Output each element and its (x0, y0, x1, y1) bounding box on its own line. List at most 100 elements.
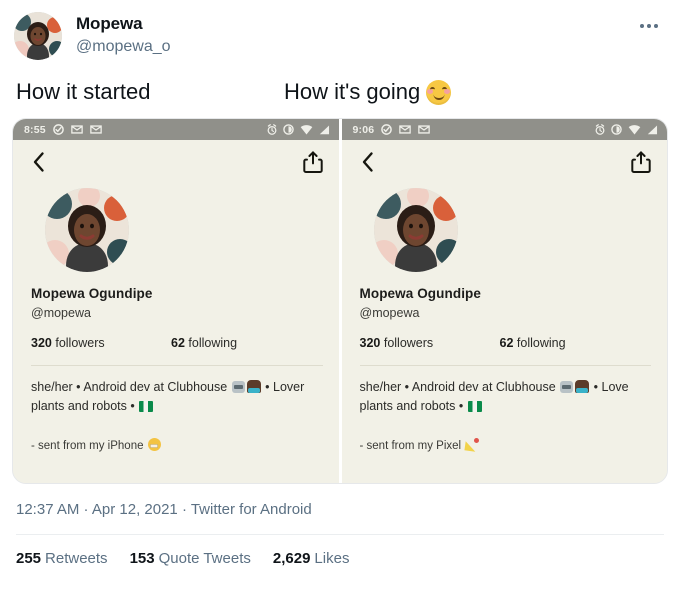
profile-signature: - sent from my iPhone (31, 438, 323, 452)
bio-line-2-group: plants and robots • (31, 397, 323, 416)
author-handle: @mopewa_o (76, 38, 171, 55)
dot (654, 24, 658, 28)
dot (640, 24, 644, 28)
woman-technologist-emoji-icon (575, 380, 590, 393)
profile-stats: 320 followers 62 following (360, 336, 652, 350)
likes-count: 2,629 (272, 550, 311, 567)
followers-stat[interactable]: 320 followers (31, 336, 171, 350)
profile-avatar[interactable] (373, 188, 458, 272)
profile-name: Mopewa Ogundipe (31, 286, 153, 301)
mail-icon (399, 125, 412, 134)
followers-stat[interactable]: 320 followers (360, 336, 500, 350)
mail-icon (71, 125, 83, 134)
retweets-label: Retweets (45, 550, 108, 567)
tweet-media[interactable]: 8:55 Mopewa Ogundipe @mopewa 320 followe… (12, 118, 668, 484)
retweets-stat[interactable]: 255 Retweets (16, 549, 108, 569)
profile-name: Mopewa Ogundipe (359, 286, 481, 301)
signal-icon (647, 125, 658, 134)
robot-emoji-icon (560, 381, 574, 393)
check-circle-icon (53, 124, 64, 135)
following-stat[interactable]: 62 following (171, 336, 311, 350)
check-circle-icon (381, 124, 393, 135)
share-icon[interactable] (631, 150, 651, 174)
bio-line-2: plants and robots • (31, 399, 135, 413)
profile-handle: @mopewa (31, 306, 91, 320)
grimacing-face-emoji-icon (147, 438, 161, 451)
avatar[interactable] (14, 12, 62, 60)
author-display-name: Mopewa (76, 14, 143, 33)
following-count: 62 (171, 336, 185, 350)
following-count: 62 (499, 336, 514, 350)
tweet-text: How it started How it's going (0, 60, 680, 118)
profile-avatar[interactable] (45, 188, 129, 272)
avatar-image (14, 12, 62, 60)
nigeria-flag-emoji-icon (139, 401, 154, 412)
status-bar-time: 8:55 (24, 123, 46, 136)
likes-label: Likes (314, 550, 350, 567)
status-bar-left: 9:06 (353, 124, 431, 136)
party-popper-emoji-icon (465, 438, 480, 451)
phone-status-bar: 8:55 (13, 119, 339, 140)
author-block[interactable]: Mopewa @mopewa_o (76, 12, 171, 57)
mail-icon (418, 125, 431, 134)
caption-how-its-going-group: How it's going (284, 78, 666, 106)
bio-line-1-end: • Love (593, 380, 629, 394)
likes-stat[interactable]: 2,629 Likes (273, 549, 350, 569)
tweet-timestamp-meta: 12:37 AM · Apr 12, 2021 · Twitter for An… (16, 501, 312, 518)
retweets-count: 255 (16, 550, 42, 567)
screenshot-nav (13, 140, 339, 184)
wifi-icon (628, 124, 641, 134)
bio-line-2-group: plants and robots • (360, 397, 652, 416)
profile-divider (359, 365, 651, 366)
signature-text: - sent from my iPhone (31, 440, 144, 452)
woman-technologist-emoji-icon (246, 380, 261, 393)
followers-label: followers (55, 336, 105, 350)
vibrate-icon (611, 124, 622, 135)
tweet-engagement-stats: 255 Retweets 153 Quote Tweets 2,629 Likes (0, 535, 680, 569)
alarm-icon (595, 124, 605, 135)
vibrate-icon (282, 124, 294, 135)
caption-how-it-started: How it started (16, 79, 151, 104)
status-bar-left: 8:55 (24, 124, 102, 136)
quote-tweets-count: 153 (129, 550, 155, 567)
bio-line-2: plants and robots • (359, 399, 464, 413)
profile-avatar-image (373, 188, 458, 272)
screenshot-how-it-started[interactable]: 8:55 Mopewa Ogundipe @mopewa 320 followe… (13, 119, 339, 483)
followers-count: 320 (359, 336, 381, 350)
back-chevron-icon[interactable] (31, 150, 47, 174)
back-chevron-icon[interactable] (360, 150, 376, 174)
signature-text: - sent from my Pixel (359, 440, 462, 452)
profile-bio: she/her • Android dev at Clubhouse • Lov… (31, 378, 323, 416)
wifi-icon (300, 124, 312, 134)
status-bar-right (595, 124, 658, 135)
following-label: following (188, 336, 238, 350)
nigeria-flag-emoji-icon (467, 401, 482, 412)
share-icon[interactable] (302, 150, 323, 174)
followers-count: 320 (31, 336, 52, 350)
following-stat[interactable]: 62 following (500, 336, 640, 350)
profile-bio: she/her • Android dev at Clubhouse • Lov… (360, 378, 652, 416)
bio-line-1: she/her • Android dev at Clubhouse (359, 380, 556, 394)
bio-line-1: she/her • Android dev at Clubhouse (31, 380, 228, 394)
dot (647, 24, 651, 28)
profile-avatar-image (45, 188, 129, 272)
more-options-icon[interactable] (634, 16, 664, 36)
smiling-face-icon (426, 79, 452, 105)
signal-icon (319, 125, 329, 134)
profile-divider (31, 365, 323, 366)
quote-tweets-label: Quote Tweets (158, 550, 251, 567)
following-label: following (516, 336, 566, 350)
tweet-card: Mopewa @mopewa_o How it started How it's… (0, 0, 680, 612)
quote-tweets-stat[interactable]: 153 Quote Tweets (130, 549, 251, 569)
phone-status-bar: 9:06 (341, 119, 667, 140)
screenshot-nav (342, 140, 668, 184)
profile-body: Mopewa Ogundipe @mopewa 320 followers 62… (342, 184, 668, 483)
status-bar-right (267, 124, 330, 135)
status-bar-time: 9:06 (352, 123, 375, 136)
alarm-icon (267, 124, 276, 135)
profile-body: Mopewa Ogundipe @mopewa 320 followers 62… (13, 184, 339, 483)
profile-signature: - sent from my Pixel (360, 438, 652, 452)
profile-stats: 320 followers 62 following (31, 336, 323, 350)
screenshot-how-its-going[interactable]: 9:06 Mopewa Ogundipe @mopewa 320 followe… (338, 119, 668, 483)
mail-icon (90, 125, 102, 134)
